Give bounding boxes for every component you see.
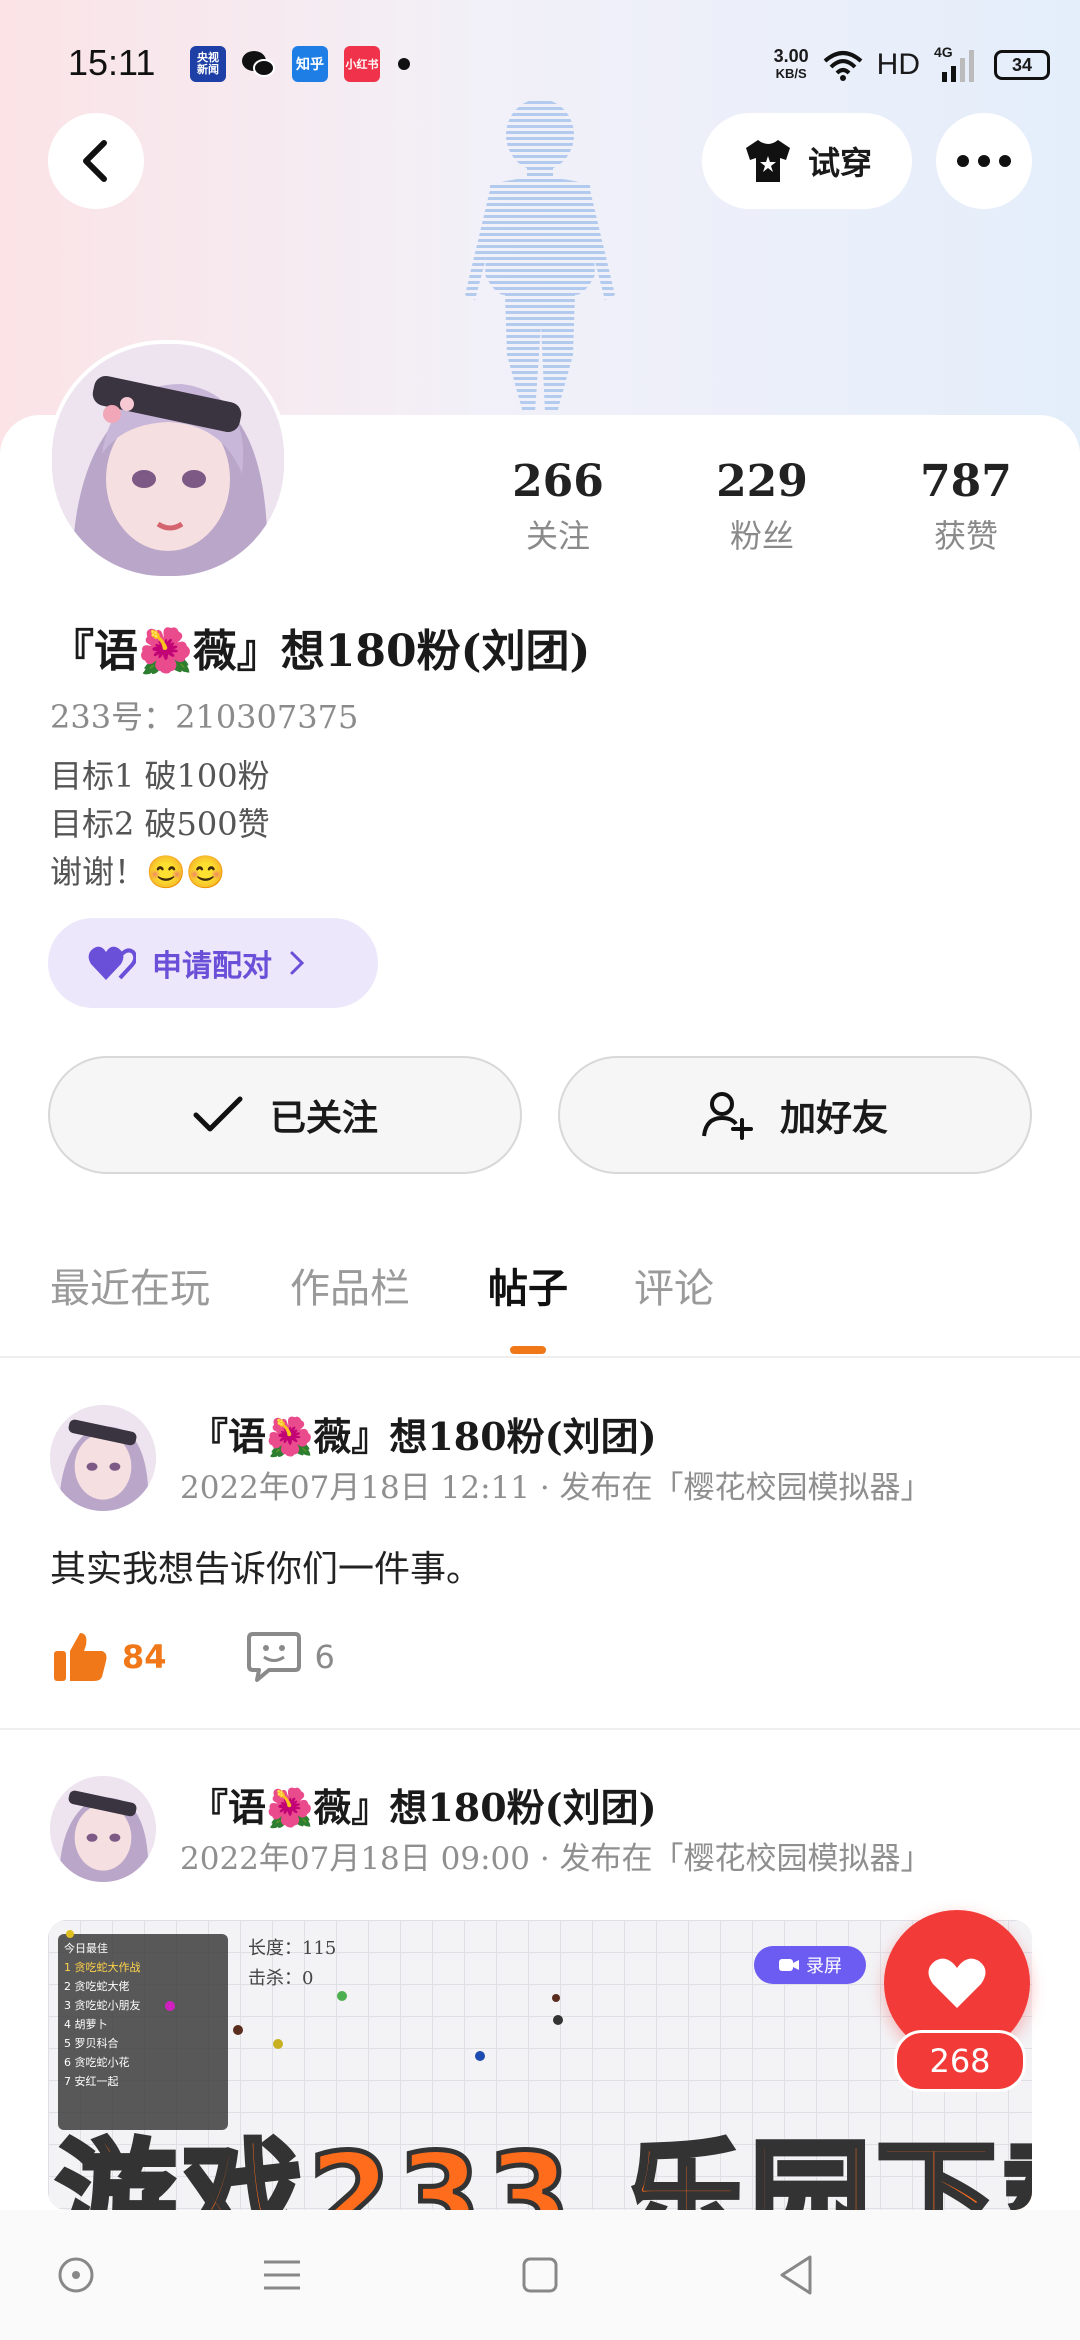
cctv-news-icon: 央视 新闻 — [190, 46, 226, 82]
stat-following[interactable]: 266 关注 — [478, 456, 638, 557]
avatar-model-icon — [465, 99, 615, 413]
tab-works[interactable]: 作品栏 — [290, 1256, 410, 1314]
more-button[interactable] — [936, 113, 1032, 209]
post-author-avatar[interactable] — [50, 1405, 156, 1511]
tab-recently-played[interactable]: 最近在玩 — [50, 1256, 210, 1314]
post-meta: 2022年07月18日 09:00 · 发布在「樱花校园模拟器」 — [180, 1841, 932, 1877]
following-count: 266 — [512, 456, 604, 507]
add-user-icon — [701, 1092, 753, 1140]
wechat-icon — [240, 46, 276, 82]
floating-like-count: 268 — [894, 2030, 1026, 2092]
post-author-name[interactable]: 『语🌺薇』想180粉(刘团) — [190, 1777, 657, 1832]
xiaohongshu-icon: 小红书 — [344, 46, 380, 82]
nav-assistant-button[interactable] — [46, 2250, 106, 2300]
more-notifications-dot — [398, 58, 410, 70]
check-icon — [193, 1096, 243, 1132]
post-image[interactable]: 今日最佳 1 贪吃蛇大作战 2 贪吃蛇大佬 3 贪吃蛇小朋友 4 胡萝卜 5 罗… — [48, 1920, 1032, 2210]
post-like-count: 84 — [122, 1638, 167, 1676]
likes-label: 获赞 — [933, 517, 998, 555]
nav-menu-button[interactable] — [252, 2250, 312, 2300]
post-comment-count: 6 — [314, 1638, 335, 1676]
tab-posts[interactable]: 帖子 — [488, 1256, 568, 1314]
post-text[interactable]: 其实我想告诉你们一件事。 — [50, 1540, 482, 1592]
likes-count: 787 — [920, 456, 1012, 507]
wifi-icon — [823, 51, 862, 81]
zhihu-icon: 知乎 — [292, 46, 328, 82]
try-on-label: 试穿 — [807, 144, 872, 182]
bio-line: 谢谢！😊😊 — [50, 853, 226, 891]
comment-icon — [246, 1632, 301, 1682]
followers-label: 粉丝 — [729, 517, 794, 555]
battery-indicator: 34 — [994, 50, 1050, 80]
heart-icon — [928, 1958, 986, 2008]
following-label: 关注 — [525, 517, 590, 555]
cellular-signal-icon: 4G — [934, 44, 980, 82]
tab-active-indicator — [510, 1346, 546, 1354]
add-friend-button[interactable]: 加好友 — [558, 1056, 1032, 1174]
net-speed: 3.00 KB/S — [774, 47, 809, 83]
thumbs-up-icon — [54, 1633, 107, 1681]
menu-icon — [264, 2260, 300, 2290]
post-meta: 2022年07月18日 12:11 · 发布在「樱花校园模拟器」 — [180, 1470, 932, 1506]
stat-followers[interactable]: 229 粉丝 — [682, 456, 842, 557]
net-speed-unit: KB/S — [775, 66, 807, 81]
stat-likes[interactable]: 787 获赞 — [886, 456, 1046, 557]
profile-avatar[interactable] — [48, 340, 288, 580]
uid-label: 233号： — [50, 698, 176, 736]
add-friend-label: 加好友 — [779, 1098, 888, 1139]
triangle-back-icon — [780, 2255, 812, 2295]
tab-comments[interactable]: 评论 — [634, 1256, 714, 1314]
followers-count: 229 — [716, 456, 808, 507]
uid-value: 210307375 — [175, 698, 359, 736]
net-speed-value: 3.00 — [773, 46, 809, 66]
avatar-illustration-icon — [52, 344, 284, 576]
divider — [0, 1356, 1080, 1358]
nav-back-button[interactable] — [766, 2250, 826, 2300]
post-like-button[interactable]: 84 — [52, 1631, 167, 1683]
avatar-illustration-icon — [50, 1776, 156, 1882]
status-bar: 15:11 央视 新闻 知乎 小红书 3.00 KB/S HD 4G 34 — [0, 0, 1080, 130]
request-pair-label: 申请配对 — [152, 949, 272, 984]
status-time: 15:11 — [68, 42, 156, 83]
chevron-right-icon — [290, 951, 305, 975]
avatar-illustration-icon — [50, 1405, 156, 1511]
post-author-avatar[interactable] — [50, 1776, 156, 1882]
post-image-overlay-text: 游戏233 乐园下载 — [53, 2127, 1032, 2211]
status-right-group: 3.00 KB/S HD 4G 34 — [774, 40, 1050, 90]
more-dots-icon — [957, 155, 1011, 167]
post-author-name[interactable]: 『语🌺薇』想180粉(刘团) — [190, 1406, 657, 1461]
post-comment-button[interactable]: 6 — [246, 1630, 335, 1684]
profile-name: 『语🌺薇』想180粉(刘团) — [50, 626, 591, 677]
profile-tabs: 最近在玩 作品栏 帖子 评论 — [0, 1256, 1080, 1356]
back-arrow-icon — [83, 140, 107, 182]
back-button[interactable] — [48, 113, 144, 209]
followed-label: 已关注 — [269, 1098, 378, 1139]
profile-bio: 目标1 破100粉 目标2 破500赞 谢谢！😊😊 — [50, 752, 270, 896]
try-on-button[interactable]: 试穿 — [702, 113, 912, 209]
tshirt-icon — [745, 140, 790, 182]
request-pair-button[interactable]: 申请配对 — [48, 918, 378, 1008]
bio-line: 目标2 破500赞 — [50, 805, 270, 843]
nav-home-button[interactable] — [510, 2250, 570, 2300]
profile-uid: 233号：210307375 — [50, 692, 358, 738]
bio-line: 目标1 破100粉 — [50, 757, 270, 795]
followed-button[interactable]: 已关注 — [48, 1056, 522, 1174]
square-icon — [522, 2257, 558, 2293]
divider — [0, 1728, 1080, 1730]
double-heart-icon — [88, 946, 136, 980]
system-nav-bar — [0, 2210, 1080, 2340]
hd-label: HD — [876, 48, 920, 81]
circle-dot-icon — [58, 2257, 94, 2293]
post-actions: 84 6 — [52, 1630, 335, 1684]
